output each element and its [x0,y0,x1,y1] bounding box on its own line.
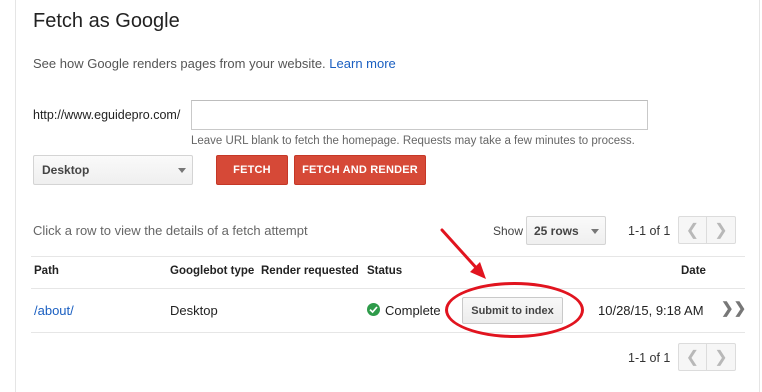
chevron-right-icon[interactable]: ❯ [707,216,736,244]
device-type-value: Desktop [42,163,90,177]
pager-count-bottom: 1-1 of 1 [628,351,671,365]
column-header-path: Path [34,265,59,277]
column-header-date: Date [681,265,706,277]
row-path[interactable]: /about/ [34,303,74,318]
description-text: See how Google renders pages from your w… [33,56,326,71]
url-path-input[interactable] [191,100,648,130]
chevron-right-icon[interactable]: ❯ [707,343,736,371]
row-status: Complete [385,303,441,318]
table-bottom-divider [31,332,745,333]
row-hint-text: Click a row to view the details of a fet… [33,223,308,238]
chevron-left-icon[interactable]: ❮ [678,216,707,244]
pager-count-top: 1-1 of 1 [628,224,671,238]
learn-more-link[interactable]: Learn more [329,56,395,71]
annotation-arrow-icon [440,228,486,279]
table-top-divider [31,256,745,257]
row-date: 10/28/15, 9:18 AM [598,303,704,318]
caret-down-icon [591,229,599,234]
double-chevron-right-icon[interactable]: ❯❯ [721,299,746,317]
column-header-render-requested: Render requested [261,265,359,277]
column-header-googlebot-type: Googlebot type [170,265,255,277]
annotation-circle [445,282,584,338]
url-hint-text: Leave URL blank to fetch the homepage. R… [191,135,635,147]
rows-per-page-value: 25 rows [534,223,579,238]
check-circle-icon [367,303,380,316]
chevron-left-icon[interactable]: ❮ [678,343,707,371]
caret-down-icon [178,168,186,173]
url-prefix-label: http://www.eguidepro.com/ [33,108,181,122]
row-googlebot-type: Desktop [170,303,218,318]
table-header-divider [31,288,745,289]
fetch-button[interactable]: FETCH [216,155,288,185]
page-title: Fetch as Google [33,10,180,32]
rows-per-page-select[interactable]: 25 rows [526,216,606,245]
page-description: See how Google renders pages from your w… [33,56,396,71]
column-header-status: Status [367,265,403,277]
device-type-select[interactable]: Desktop [33,155,193,185]
fetch-and-render-button[interactable]: FETCH AND RENDER [294,155,426,185]
